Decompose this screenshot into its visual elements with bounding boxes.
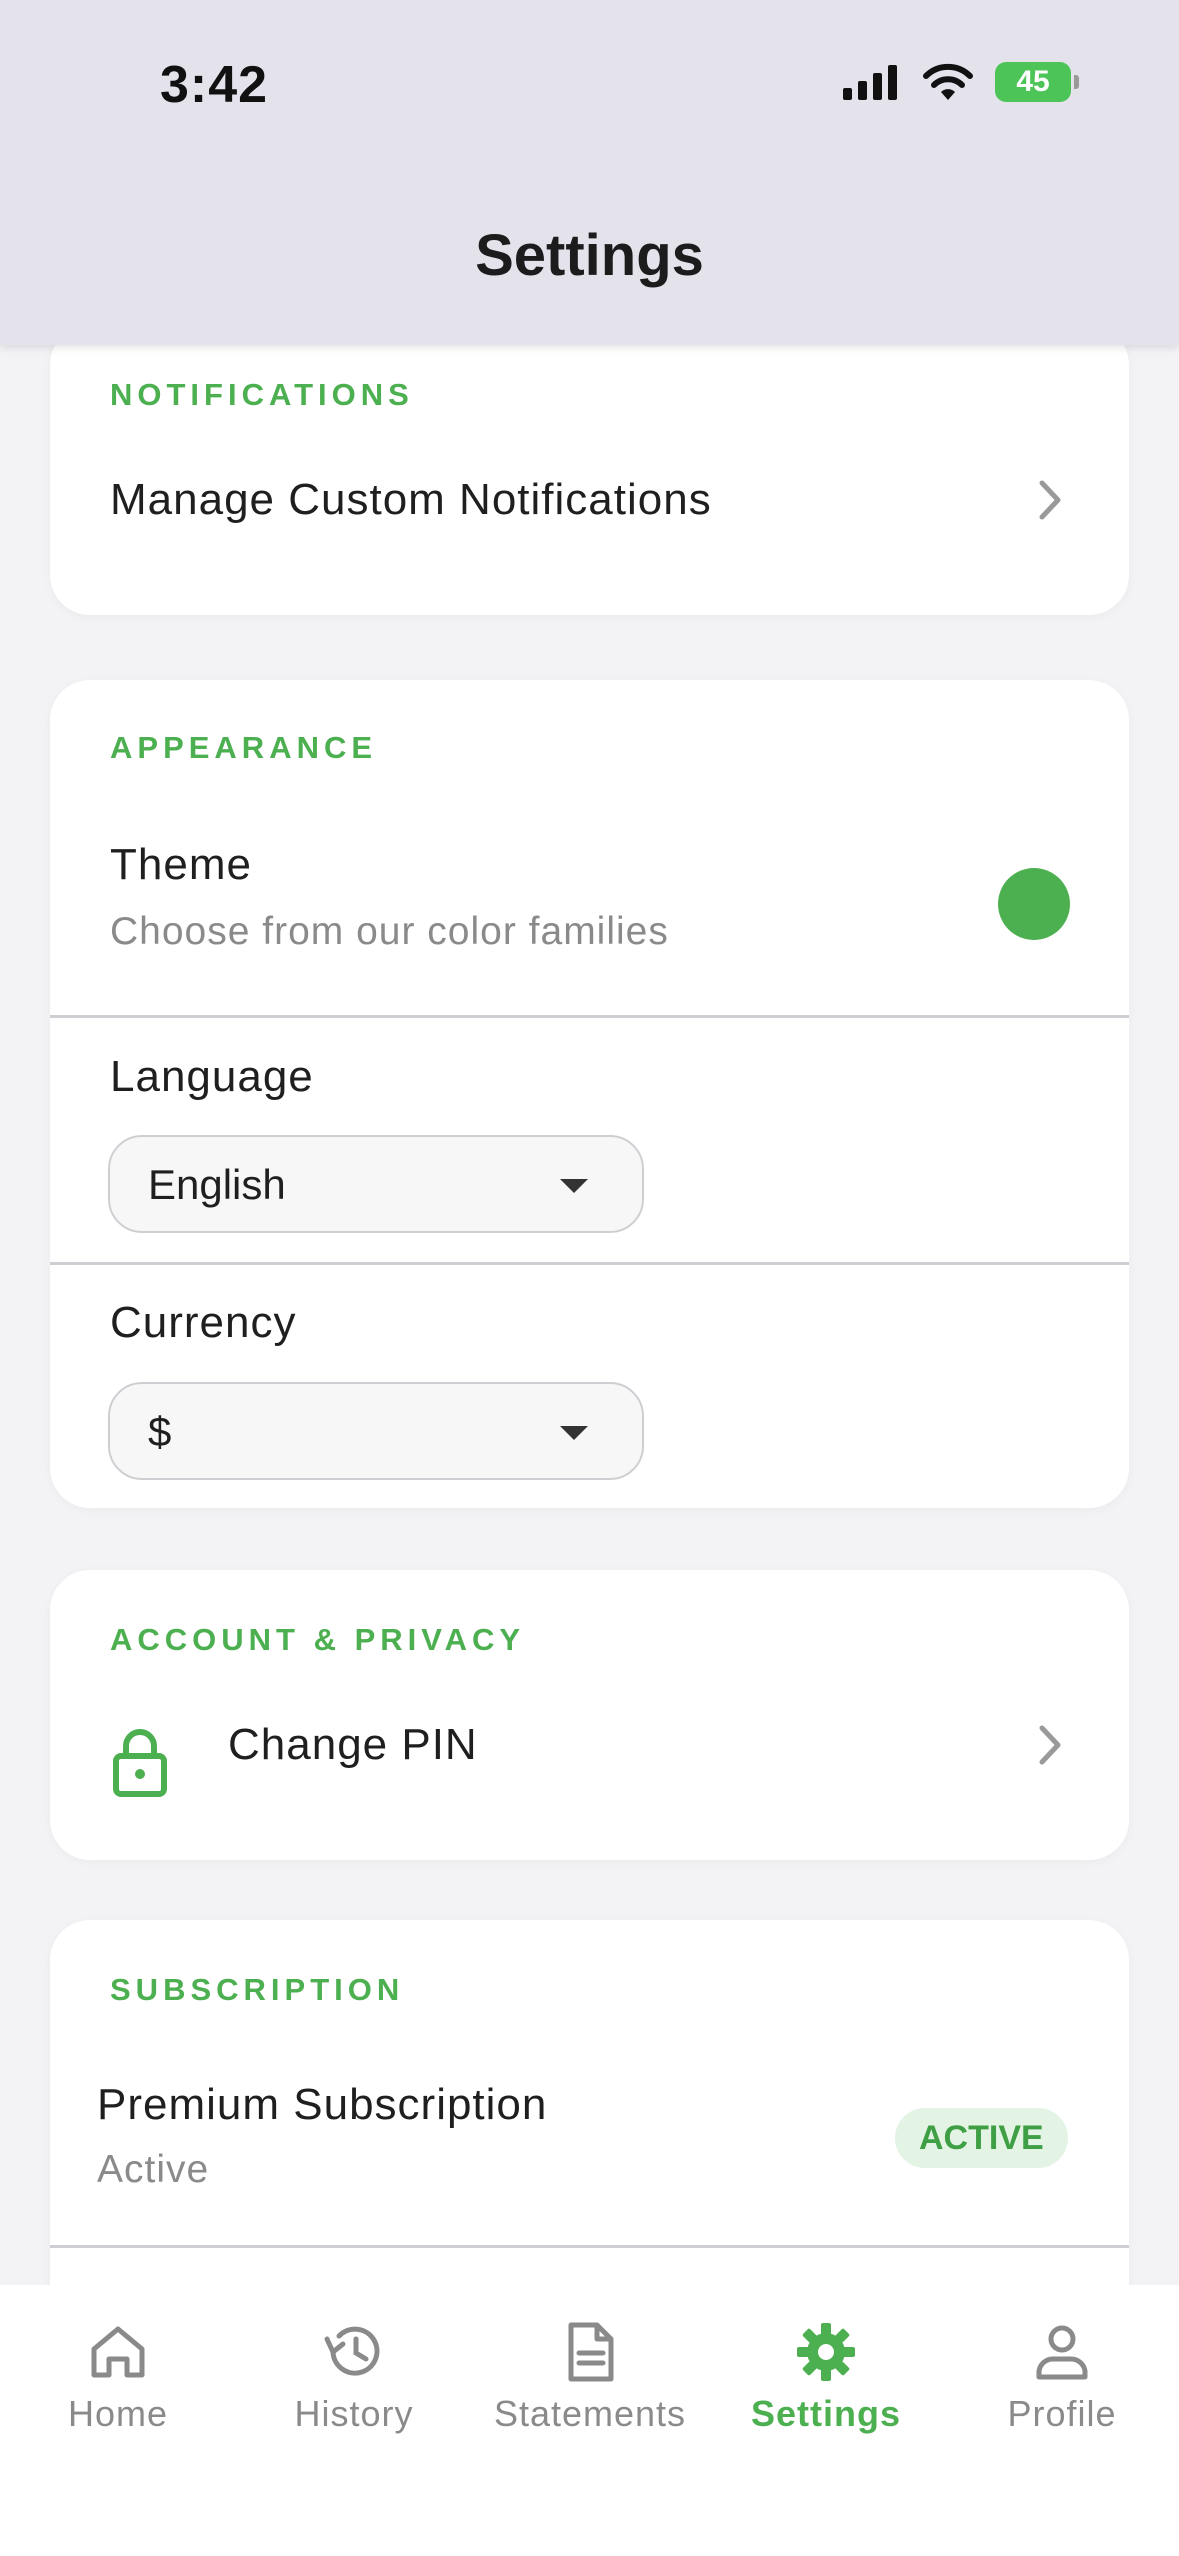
- nav-label-profile: Profile: [1007, 2393, 1117, 2434]
- currency-label: Currency: [110, 1298, 297, 1347]
- bottom-navigation: Home History Statements Settings Profile: [0, 2285, 1179, 2556]
- top-bar: 3:42 45 Settings: [0, 0, 1179, 345]
- change-pin-label: Change PIN: [228, 1720, 478, 1769]
- divider: [50, 2245, 1129, 2248]
- caret-down-icon: [560, 1179, 588, 1193]
- nav-label-home: Home: [67, 2393, 169, 2434]
- lock-icon: [113, 1729, 167, 1797]
- history-icon: [324, 2326, 380, 2376]
- currency-value: $: [148, 1408, 172, 1455]
- section-label-notifications: NOTIFICATIONS: [110, 377, 414, 412]
- manage-custom-notifications-row[interactable]: Manage Custom Notifications: [50, 475, 1129, 575]
- theme-color-swatch[interactable]: [998, 868, 1070, 940]
- battery-cap: [1074, 75, 1079, 89]
- chevron-right-icon: [1039, 1725, 1061, 1765]
- notifications-card: NOTIFICATIONS Manage Custom Notification…: [50, 325, 1129, 615]
- language-value: English: [148, 1161, 286, 1208]
- home-icon: [91, 2326, 145, 2378]
- nav-item-statements[interactable]: Statements: [472, 2319, 708, 2435]
- nav-label-settings: Settings: [750, 2393, 901, 2434]
- premium-subscription-row[interactable]: Premium Subscription Active ACTIVE: [50, 2080, 1129, 2230]
- language-dropdown[interactable]: English: [108, 1135, 644, 1233]
- nav-item-settings[interactable]: Settings: [708, 2319, 944, 2435]
- subscription-card: SUBSCRIPTION Premium Subscription Active…: [50, 1920, 1129, 2340]
- caret-down-icon: [560, 1426, 588, 1440]
- battery-level: 45: [995, 62, 1071, 102]
- nav-label-statements: Statements: [493, 2393, 687, 2434]
- nav-item-home[interactable]: Home: [0, 2319, 236, 2435]
- section-label-subscription: SUBSCRIPTION: [110, 1972, 405, 2007]
- appearance-card: APPEARANCE Theme Choose from our color f…: [50, 680, 1129, 1508]
- nav-item-history[interactable]: History: [236, 2319, 472, 2435]
- divider: [50, 1015, 1129, 1018]
- theme-title: Theme: [110, 840, 252, 889]
- status-icons: 45: [841, 62, 1079, 102]
- account-privacy-card: ACCOUNT & PRIVACY Change PIN: [50, 1570, 1129, 1860]
- cellular-signal-icon: [843, 65, 897, 100]
- gear-icon: [797, 2323, 855, 2381]
- status-badge: ACTIVE: [895, 2108, 1068, 2168]
- theme-subtitle: Choose from our color families: [110, 910, 669, 953]
- person-icon: [1036, 2325, 1088, 2380]
- section-label-account-privacy: ACCOUNT & PRIVACY: [110, 1622, 526, 1657]
- language-label: Language: [110, 1052, 314, 1101]
- subscription-title: Premium Subscription: [97, 2080, 548, 2129]
- subscription-status: Active: [97, 2148, 210, 2191]
- document-icon: [568, 2322, 614, 2382]
- nav-item-profile[interactable]: Profile: [944, 2319, 1179, 2435]
- nav-label-history: History: [294, 2393, 414, 2434]
- divider: [50, 1262, 1129, 1265]
- chevron-right-icon: [1039, 480, 1061, 520]
- manage-custom-notifications-label: Manage Custom Notifications: [110, 475, 712, 524]
- status-time: 3:42: [160, 56, 269, 114]
- section-label-appearance: APPEARANCE: [110, 730, 378, 765]
- change-pin-row[interactable]: Change PIN: [50, 1720, 1129, 1820]
- currency-dropdown[interactable]: $: [108, 1382, 644, 1480]
- wifi-icon: [923, 63, 973, 100]
- battery-indicator: 45: [995, 62, 1079, 102]
- page-title: Settings: [475, 223, 704, 288]
- theme-row[interactable]: Theme Choose from our color families: [50, 840, 1129, 1015]
